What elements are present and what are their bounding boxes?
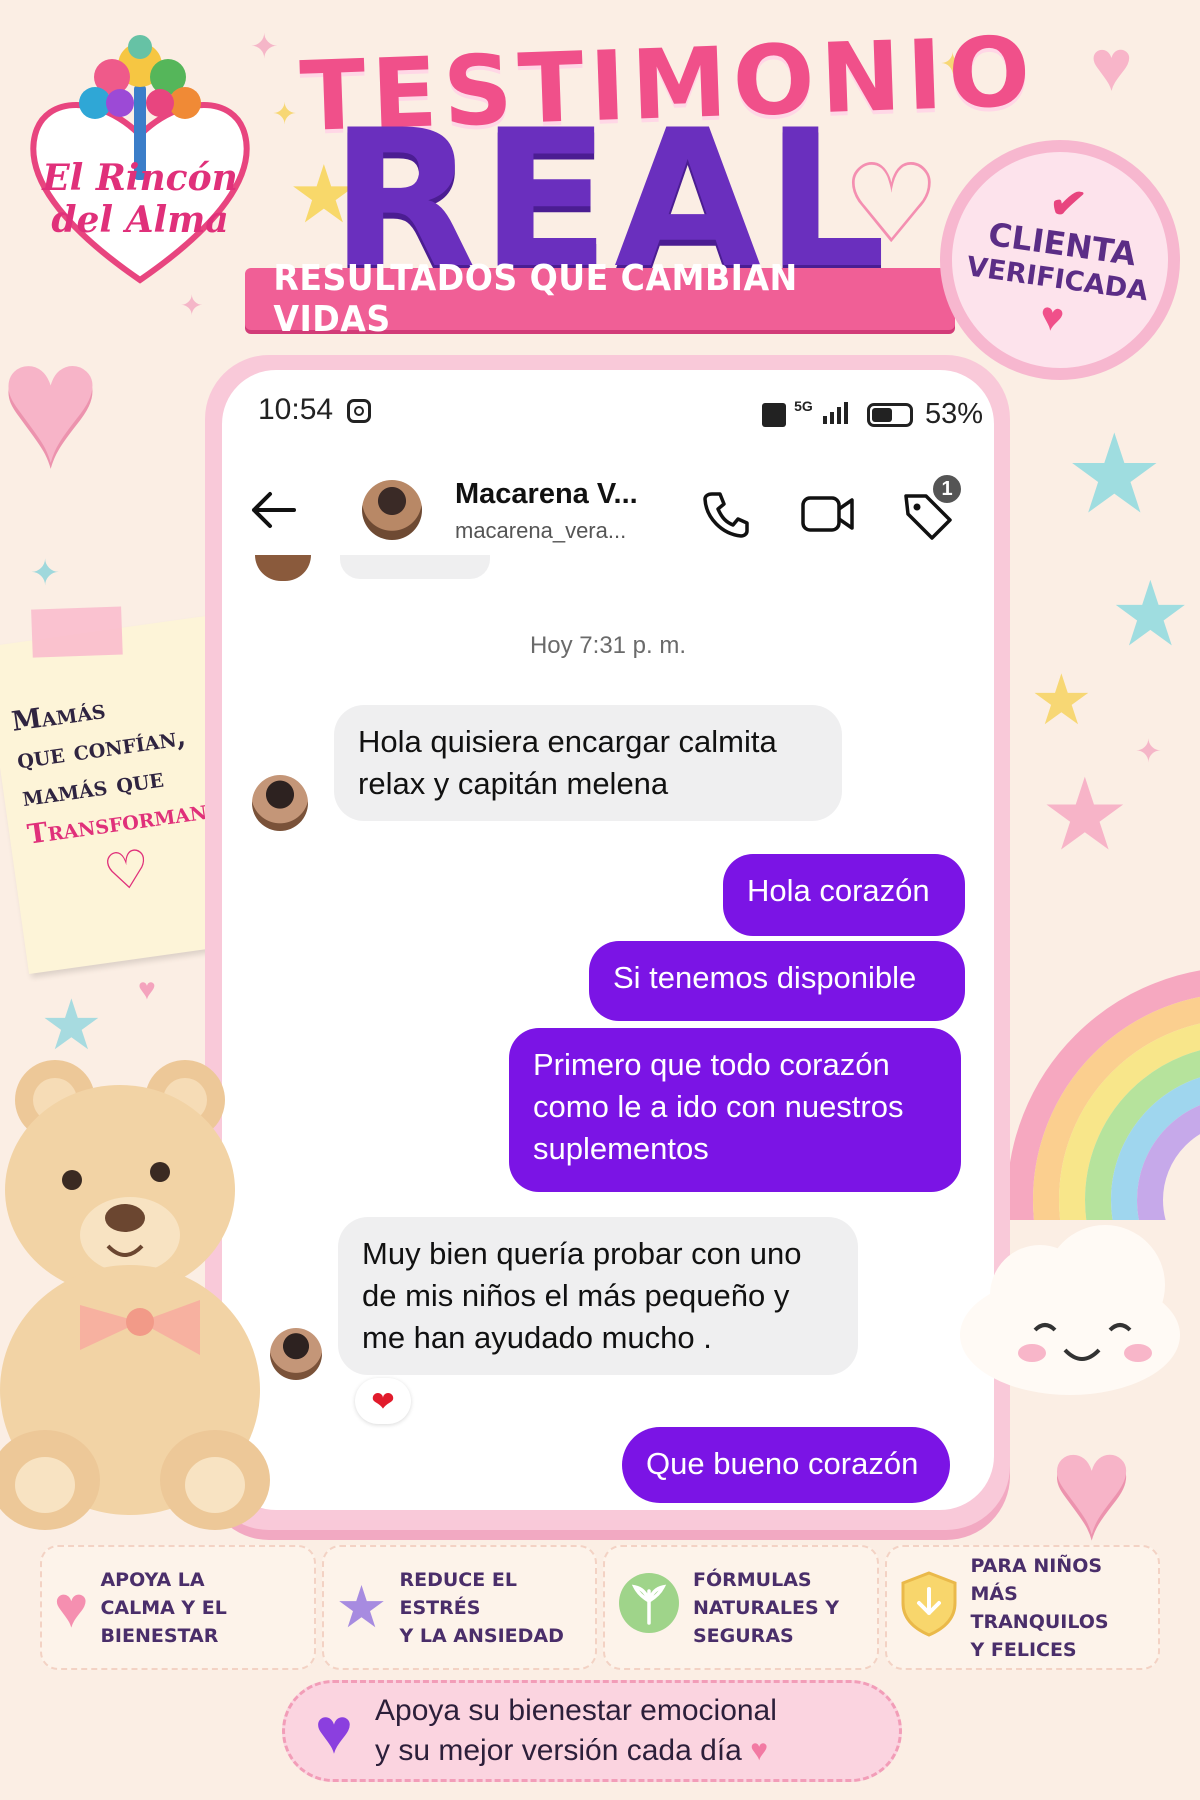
heart-icon: ♥ bbox=[315, 1695, 353, 1767]
check-icon: ✔ bbox=[1046, 177, 1090, 231]
message-line: Muy bien quería probar con uno bbox=[362, 1236, 802, 1271]
heart-icon: ♥ bbox=[0, 308, 101, 498]
sparkle-icon: ✦ bbox=[1135, 733, 1162, 769]
battery-level: 53% bbox=[924, 398, 983, 430]
message-outgoing[interactable]: Que bueno corazón bbox=[622, 1427, 950, 1503]
message-outgoing[interactable]: Primero que todo corazón como le a ido c… bbox=[509, 1028, 961, 1192]
feature-line: NATURALES Y bbox=[693, 1596, 839, 1619]
star-icon: ★ bbox=[1110, 565, 1191, 665]
feature-card: PARA NIÑOS MÁS TRANQUILOS Y FELICES bbox=[884, 1545, 1160, 1670]
network-label: 5G bbox=[794, 398, 813, 414]
feature-card: FÓRMULAS NATURALES Y SEGURAS bbox=[603, 1545, 879, 1670]
back-arrow-icon[interactable] bbox=[248, 488, 298, 537]
battery-icon bbox=[866, 403, 913, 428]
message-line: Hola quisiera encargar calmita bbox=[358, 724, 777, 759]
feature-text: PARA NIÑOS MÁS TRANQUILOS Y FELICES bbox=[971, 1552, 1147, 1664]
feature-text: APOYA LA CALMA Y EL BIENESTAR bbox=[100, 1566, 226, 1650]
message-line: Que bueno corazón bbox=[646, 1446, 919, 1481]
footer-text: Apoya su bienestar emocional y su mejor … bbox=[375, 1691, 777, 1771]
star-icon: ★ bbox=[40, 986, 103, 1064]
sparkle-icon: ✦ bbox=[180, 290, 204, 321]
feature-line: Y LA ANSIEDAD bbox=[399, 1624, 564, 1647]
contact-avatar-small bbox=[252, 775, 308, 831]
message-line: suplementos bbox=[533, 1131, 709, 1166]
footer-line-1: Apoya su bienestar emocional bbox=[375, 1694, 777, 1727]
feature-line: REDUCE EL ESTRÉS bbox=[399, 1568, 517, 1619]
feature-line: APOYA LA bbox=[100, 1568, 205, 1591]
brand-tree-heart-icon bbox=[30, 35, 250, 284]
video-call-icon[interactable] bbox=[800, 488, 856, 545]
instagram-icon bbox=[347, 399, 372, 424]
feature-line: CALMA Y EL bbox=[100, 1596, 227, 1619]
brand-line-2: del Alma bbox=[51, 199, 229, 241]
feature-list: ♥ APOYA LA CALMA Y EL BIENESTAR ★ REDUCE… bbox=[40, 1545, 1160, 1670]
feature-line: FÓRMULAS bbox=[693, 1568, 812, 1591]
sparkle-icon: ✦ bbox=[272, 98, 298, 131]
message-incoming[interactable]: Hola quisiera encargar calmita relax y c… bbox=[334, 705, 842, 821]
footer-pill: ♥ Apoya su bienestar emocional y su mejo… bbox=[282, 1680, 902, 1782]
heart-icon: ♥ bbox=[750, 1734, 768, 1767]
heart-icon: ♥ bbox=[1050, 1406, 1134, 1563]
feature-line: SEGURAS bbox=[693, 1624, 794, 1647]
feature-line: PARA NIÑOS bbox=[970, 1554, 1103, 1577]
previous-message-fragment bbox=[340, 555, 490, 579]
feature-line: Y FELICES bbox=[970, 1638, 1077, 1661]
feature-line: MÁS TRANQUILOS bbox=[970, 1582, 1109, 1633]
footer-line-2: y su mejor versión cada día bbox=[375, 1734, 742, 1767]
phone-call-icon[interactable] bbox=[700, 488, 752, 545]
rainbow-decoration bbox=[1010, 890, 1200, 1220]
message-incoming[interactable]: Muy bien quería probar con uno de mis ni… bbox=[338, 1217, 858, 1375]
message-line: como le a ido con nuestros bbox=[533, 1089, 904, 1124]
heart-icon: ♥ bbox=[1037, 293, 1067, 341]
message-outgoing[interactable]: Hola corazón bbox=[723, 854, 965, 936]
brand-name: El Rincón del Alma bbox=[20, 157, 260, 241]
message-line: me han ayudado mucho . bbox=[362, 1320, 712, 1355]
heart-icon: ♥ bbox=[54, 1574, 89, 1640]
note-text: Mamás que confían, mamás que Transforman… bbox=[9, 676, 237, 914]
brand-logo: El Rincón del Alma bbox=[20, 25, 260, 285]
status-time-text: 10:54 bbox=[258, 393, 334, 426]
heart-icon: ♥ bbox=[138, 973, 156, 1006]
message-line: de mis niños el más pequeño y bbox=[362, 1278, 790, 1313]
star-icon: ★ bbox=[335, 1574, 388, 1640]
contact-avatar[interactable] bbox=[362, 480, 422, 540]
volte-icon bbox=[762, 403, 786, 428]
verified-badge: ✔ CLIENTA VERIFICADA ♥ bbox=[924, 124, 1196, 396]
contact-name[interactable]: Macarena V... bbox=[455, 478, 638, 511]
shield-icon bbox=[899, 1569, 959, 1647]
feature-card: ♥ APOYA LA CALMA Y EL BIENESTAR bbox=[40, 1545, 316, 1670]
leaf-icon bbox=[617, 1571, 681, 1645]
status-time: 10:54 bbox=[258, 393, 372, 427]
chat-timestamp: Hoy 7:31 p. m. bbox=[529, 632, 687, 659]
subtitle-ribbon: RESULTADOS QUE CAMBIAN VIDAS bbox=[245, 258, 955, 340]
tape bbox=[31, 606, 123, 658]
heart-reaction-icon[interactable]: ❤ bbox=[355, 1378, 411, 1424]
message-line: Si tenemos disponible bbox=[613, 960, 917, 995]
feature-text: FÓRMULAS NATURALES Y SEGURAS bbox=[693, 1566, 839, 1650]
smiling-cloud-decoration bbox=[950, 1205, 1190, 1405]
message-outgoing[interactable]: Si tenemos disponible bbox=[589, 941, 965, 1021]
brand-line-1: El Rincón bbox=[42, 157, 238, 199]
notification-badge[interactable]: 1 bbox=[930, 472, 964, 506]
status-indicators: 5G 53% bbox=[762, 398, 983, 432]
feature-text: REDUCE EL ESTRÉS Y LA ANSIEDAD bbox=[400, 1566, 584, 1650]
message-line: relax y capitán melena bbox=[358, 766, 669, 801]
signal-icon bbox=[821, 399, 853, 432]
star-icon: ★ bbox=[1065, 413, 1164, 536]
message-line: Hola corazón bbox=[747, 873, 930, 908]
subtitle-text: RESULTADOS QUE CAMBIAN VIDAS bbox=[273, 258, 798, 340]
star-icon: ★ bbox=[1030, 661, 1093, 739]
feature-card: ★ REDUCE EL ESTRÉS Y LA ANSIEDAD bbox=[321, 1545, 597, 1670]
feature-line: BIENESTAR bbox=[100, 1624, 219, 1647]
message-line: Primero que todo corazón bbox=[533, 1047, 890, 1082]
sparkle-icon: ✦ bbox=[30, 552, 61, 593]
teddy-bear-decoration bbox=[0, 1060, 300, 1540]
heart-icon: ♥ bbox=[1090, 26, 1133, 106]
star-icon: ★ bbox=[1040, 759, 1130, 871]
contact-handle: macarena_vera... bbox=[455, 518, 627, 543]
